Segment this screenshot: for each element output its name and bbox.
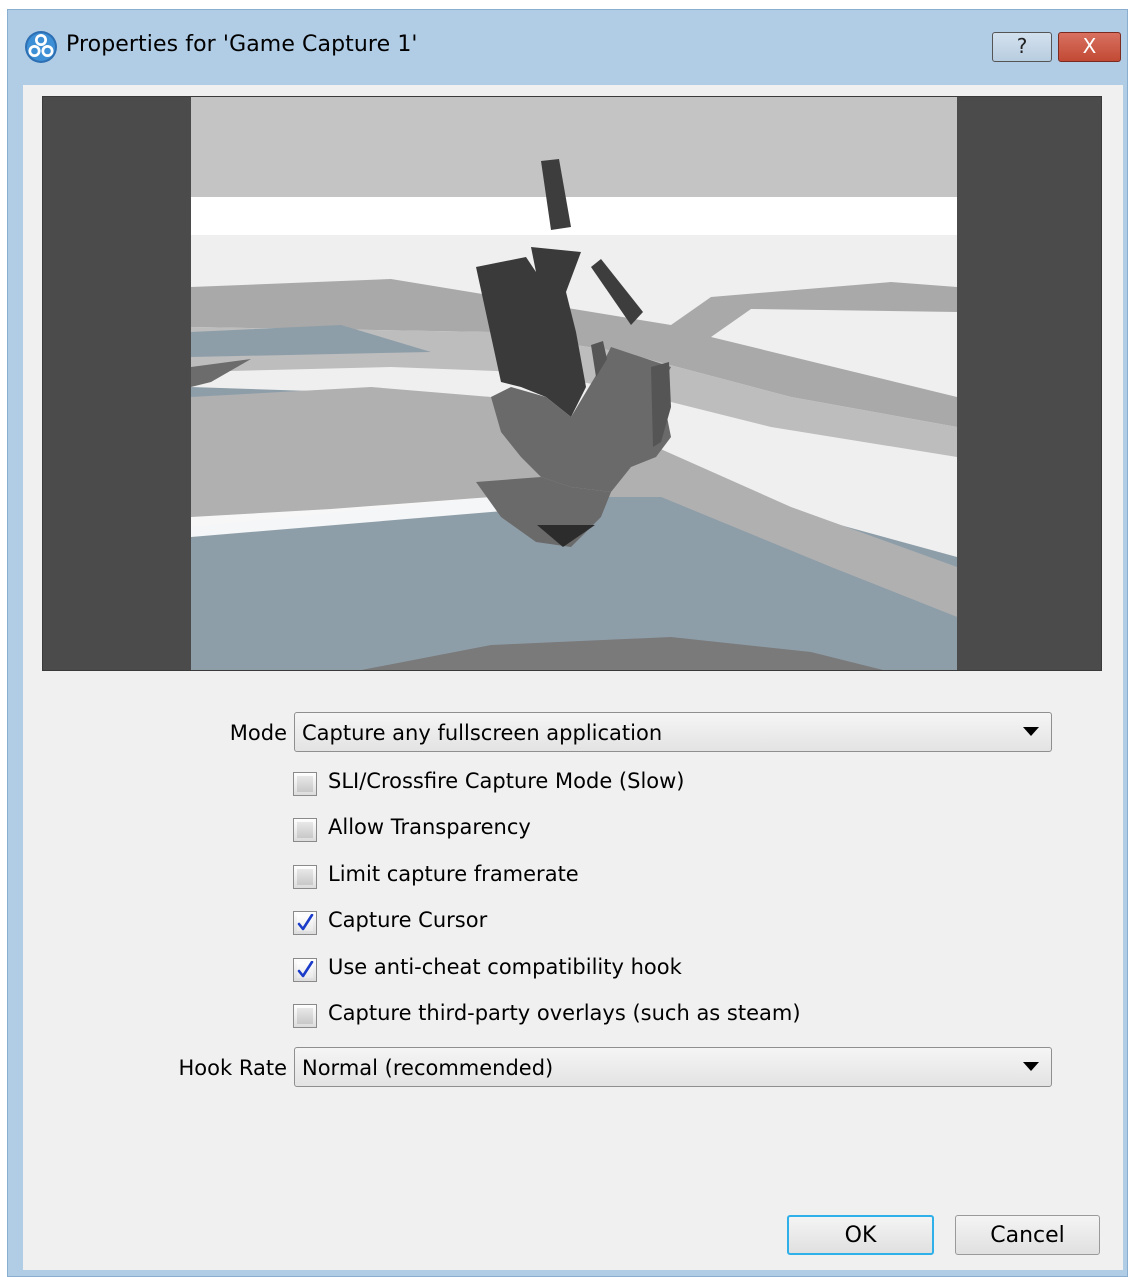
mode-dropdown-value: Capture any fullscreen application — [302, 721, 663, 745]
option-label: Limit capture framerate — [328, 862, 579, 886]
option-label: Allow Transparency — [328, 815, 531, 839]
mode-dropdown[interactable]: Capture any fullscreen application — [294, 712, 1052, 752]
ok-button[interactable]: OK — [787, 1215, 934, 1255]
checkbox-anti-cheat-hook[interactable] — [293, 958, 317, 982]
checkmark-icon — [297, 961, 314, 978]
option-label: Use anti-cheat compatibility hook — [328, 955, 682, 979]
option-label: Capture third-party overlays (such as st… — [328, 1001, 801, 1025]
capture-preview — [42, 96, 1102, 671]
properties-dialog: Properties for 'Game Capture 1' ? X Mode… — [7, 9, 1128, 1277]
hook-rate-label: Hook Rate — [178, 1056, 287, 1080]
window-title: Properties for 'Game Capture 1' — [66, 32, 418, 57]
cancel-button[interactable]: Cancel — [955, 1215, 1100, 1255]
checkmark-icon — [297, 914, 314, 931]
help-button[interactable]: ? — [992, 32, 1052, 62]
close-button[interactable]: X — [1058, 32, 1121, 62]
option-label: Capture Cursor — [328, 908, 488, 932]
mode-label: Mode — [229, 721, 287, 745]
hook-rate-dropdown-value: Normal (recommended) — [302, 1056, 554, 1080]
checkbox-capture-cursor[interactable] — [293, 911, 317, 935]
checkbox-limit-framerate[interactable] — [293, 865, 317, 889]
obs-logo-icon — [25, 31, 57, 63]
checkbox-third-party-overlays[interactable] — [293, 1004, 317, 1028]
preview-image — [191, 97, 957, 670]
hook-rate-dropdown[interactable]: Normal (recommended) — [294, 1047, 1052, 1087]
checkbox-sli-crossfire[interactable] — [293, 772, 317, 796]
dialog-body: Mode Capture any fullscreen application … — [23, 85, 1123, 1270]
option-label: SLI/Crossfire Capture Mode (Slow) — [328, 769, 685, 793]
chevron-down-icon — [1023, 727, 1039, 736]
chevron-down-icon — [1023, 1062, 1039, 1071]
checkbox-allow-transparency[interactable] — [293, 818, 317, 842]
title-bar[interactable]: Properties for 'Game Capture 1' ? X — [8, 10, 1127, 85]
